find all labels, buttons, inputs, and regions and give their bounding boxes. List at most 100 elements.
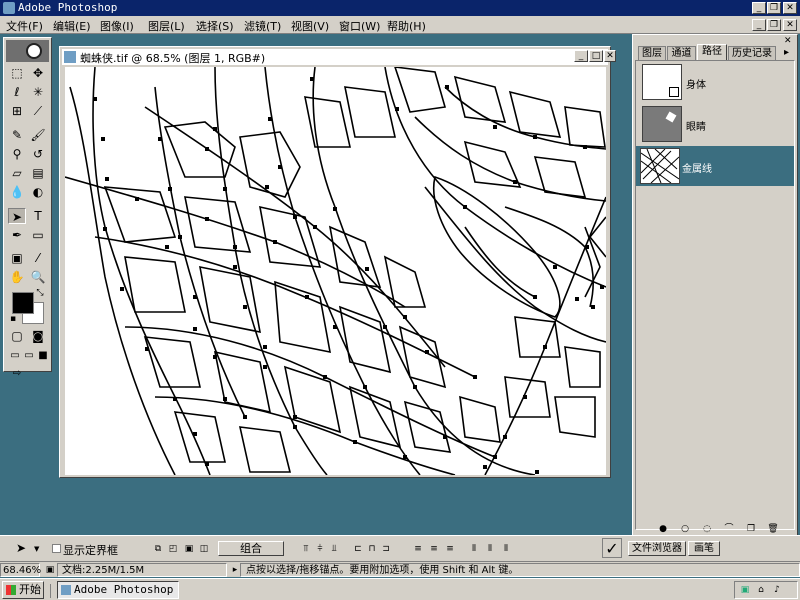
healing-brush-tool-icon[interactable]: ✎ xyxy=(8,127,26,143)
panel-menu-icon[interactable]: ▸ xyxy=(784,47,789,58)
menu-edit[interactable]: 编辑(E) xyxy=(53,18,91,34)
swap-colors-icon[interactable]: ⤡ xyxy=(34,288,46,298)
path-row-body[interactable]: 身体 xyxy=(640,62,790,102)
distribute-bottom-icon[interactable]: ≡ xyxy=(444,544,456,554)
path-row-eyes[interactable]: 眼睛 xyxy=(640,104,790,144)
new-path-icon[interactable]: ❐ xyxy=(745,524,757,534)
history-brush-tool-icon[interactable]: ↺ xyxy=(29,146,47,162)
tab-paths[interactable]: 路径 xyxy=(697,44,727,61)
menu-image[interactable]: 图像(I) xyxy=(100,18,134,34)
tool-preset-dropdown-icon[interactable]: ▼ xyxy=(34,545,39,553)
distribute-left-icon[interactable]: ⫴ xyxy=(468,544,480,554)
document-close-button[interactable]: ✕ xyxy=(604,50,616,62)
menu-help[interactable]: 帮助(H) xyxy=(387,18,426,34)
dodge-tool-icon[interactable]: ◐ xyxy=(29,184,47,200)
start-button[interactable]: 开始 xyxy=(2,581,44,599)
distribute-vcenter-icon[interactable]: ≡ xyxy=(428,544,440,554)
exclude-shape-area-icon[interactable]: ◫ xyxy=(198,544,210,554)
eraser-tool-icon[interactable]: ▱ xyxy=(8,165,26,181)
tab-channels[interactable]: 通道 xyxy=(667,46,696,61)
brush-tool-icon[interactable]: 🖌 xyxy=(29,127,47,143)
pen-tool-icon[interactable]: ✒ xyxy=(8,227,26,243)
menu-filter[interactable]: 滤镜(T) xyxy=(244,18,281,34)
panel-close-icon[interactable]: ✕ xyxy=(784,36,792,46)
show-bounding-box-label: 显示定界框 xyxy=(63,544,118,557)
subtract-shape-area-icon[interactable]: ◰ xyxy=(167,544,179,554)
eyedropper-tool-icon[interactable]: ⁄ xyxy=(29,250,47,266)
menu-select[interactable]: 选择(S) xyxy=(196,18,234,34)
intersect-shape-area-icon[interactable]: ▣ xyxy=(183,544,195,554)
align-hcenter-icon[interactable]: ⊓ xyxy=(366,544,378,554)
crop-tool-icon[interactable]: ⊞ xyxy=(8,103,26,119)
slice-tool-icon[interactable]: ⟋ xyxy=(29,103,47,119)
menu-file[interactable]: 文件(F) xyxy=(6,18,43,34)
taskbar: 开始 Adobe Photoshop ▣ ⌂ ♪ xyxy=(0,578,800,600)
close-button[interactable]: ✕ xyxy=(783,2,797,14)
align-right-icon[interactable]: ⊐ xyxy=(380,544,392,554)
menu-view[interactable]: 视图(V) xyxy=(291,18,329,34)
menu-layer[interactable]: 图层(L) xyxy=(148,18,185,34)
restore-button[interactable]: ❐ xyxy=(767,2,781,14)
hand-tool-icon[interactable]: ✋ xyxy=(8,269,26,285)
blur-tool-icon[interactable]: 💧 xyxy=(8,184,26,200)
path-thumbnail xyxy=(640,148,680,184)
path-row-metal-lines[interactable]: 金属线 xyxy=(636,146,794,186)
clone-stamp-tool-icon[interactable]: ⚲ xyxy=(8,146,26,162)
paths-panel: ✕ 图层 通道 路径 历史记录 ▸ 身体 眼睛 金属线 ● ○ ◌ ⌒ ❐ 🗑 xyxy=(632,34,798,536)
stroke-path-icon[interactable]: ○ xyxy=(679,524,691,534)
distribute-top-icon[interactable]: ≡ xyxy=(412,544,424,554)
commit-checkmark-icon[interactable]: ✓ xyxy=(602,538,622,558)
standard-mode-icon[interactable]: ▢ xyxy=(8,328,26,344)
align-top-icon[interactable]: ⫪ xyxy=(300,544,312,554)
align-left-icon[interactable]: ⊏ xyxy=(352,544,364,554)
type-tool-icon[interactable]: T xyxy=(29,208,47,224)
shape-tool-icon[interactable]: ▭ xyxy=(29,227,47,243)
delete-path-icon[interactable]: 🗑 xyxy=(767,524,779,534)
tray-volume-icon[interactable]: ♪ xyxy=(771,585,783,595)
distribute-hcenter-icon[interactable]: ⫴ xyxy=(484,544,496,554)
make-work-path-icon[interactable]: ⌒ xyxy=(723,524,735,534)
align-vcenter-icon[interactable]: ⫩ xyxy=(314,544,326,554)
zoom-tool-icon[interactable]: 🔍 xyxy=(29,269,47,285)
align-bottom-icon[interactable]: ⫫ xyxy=(328,544,340,554)
menu-window[interactable]: 窗口(W) xyxy=(339,18,380,34)
brushes-tab[interactable]: 画笔 xyxy=(688,541,720,556)
path-thumbnail xyxy=(642,106,682,142)
move-tool-icon[interactable]: ✥ xyxy=(29,65,47,81)
default-colors-icon[interactable]: ▪ xyxy=(7,314,19,324)
distribute-right-icon[interactable]: ⫴ xyxy=(500,544,512,554)
notes-tool-icon[interactable]: ▣ xyxy=(8,250,26,266)
full-screen-mode-icon[interactable]: ■ xyxy=(34,348,52,364)
file-browser-tab[interactable]: 文件浏览器 xyxy=(628,541,686,556)
tray-app-icon[interactable]: ▣ xyxy=(739,585,751,595)
fill-path-icon[interactable]: ● xyxy=(657,524,669,534)
quick-mask-mode-icon[interactable]: ◙ xyxy=(29,328,47,344)
doc-info-icon: ▣ xyxy=(45,565,55,575)
tool-preset-icon[interactable]: ➤ xyxy=(12,540,30,556)
show-bounding-box-checkbox[interactable] xyxy=(52,544,61,553)
path-selection-tool-icon[interactable]: ➤ xyxy=(8,208,26,224)
magic-wand-tool-icon[interactable]: ✳ xyxy=(29,84,47,100)
load-selection-icon[interactable]: ◌ xyxy=(701,524,713,534)
path-name: 身体 xyxy=(686,80,706,91)
gradient-tool-icon[interactable]: ▤ xyxy=(29,165,47,181)
tab-history[interactable]: 历史记录 xyxy=(728,46,776,61)
taskbar-photoshop-button[interactable]: Adobe Photoshop xyxy=(57,581,179,599)
tab-layers[interactable]: 图层 xyxy=(638,46,666,61)
start-label: 开始 xyxy=(19,583,41,596)
document-minimize-button[interactable]: _ xyxy=(574,50,588,62)
zoom-field[interactable]: 68.46% xyxy=(0,563,41,577)
minimize-button[interactable]: _ xyxy=(752,2,766,14)
combine-button[interactable]: 组合 xyxy=(218,541,284,556)
toolbox-logo xyxy=(6,40,49,62)
add-shape-area-icon[interactable]: ⧉ xyxy=(152,544,164,554)
marquee-tool-icon[interactable]: ⬚ xyxy=(8,65,26,81)
lasso-tool-icon[interactable]: ℓ xyxy=(8,84,26,100)
doc-minimize-button[interactable]: _ xyxy=(752,19,766,31)
image-canvas[interactable] xyxy=(65,67,606,475)
doc-close-button[interactable]: ✕ xyxy=(783,19,797,31)
document-maximize-button[interactable]: □ xyxy=(589,50,603,62)
tray-network-icon[interactable]: ⌂ xyxy=(755,585,767,595)
doc-restore-button[interactable]: ❐ xyxy=(767,19,781,31)
jump-to-imageready-icon[interactable]: ⇨ xyxy=(8,366,26,382)
